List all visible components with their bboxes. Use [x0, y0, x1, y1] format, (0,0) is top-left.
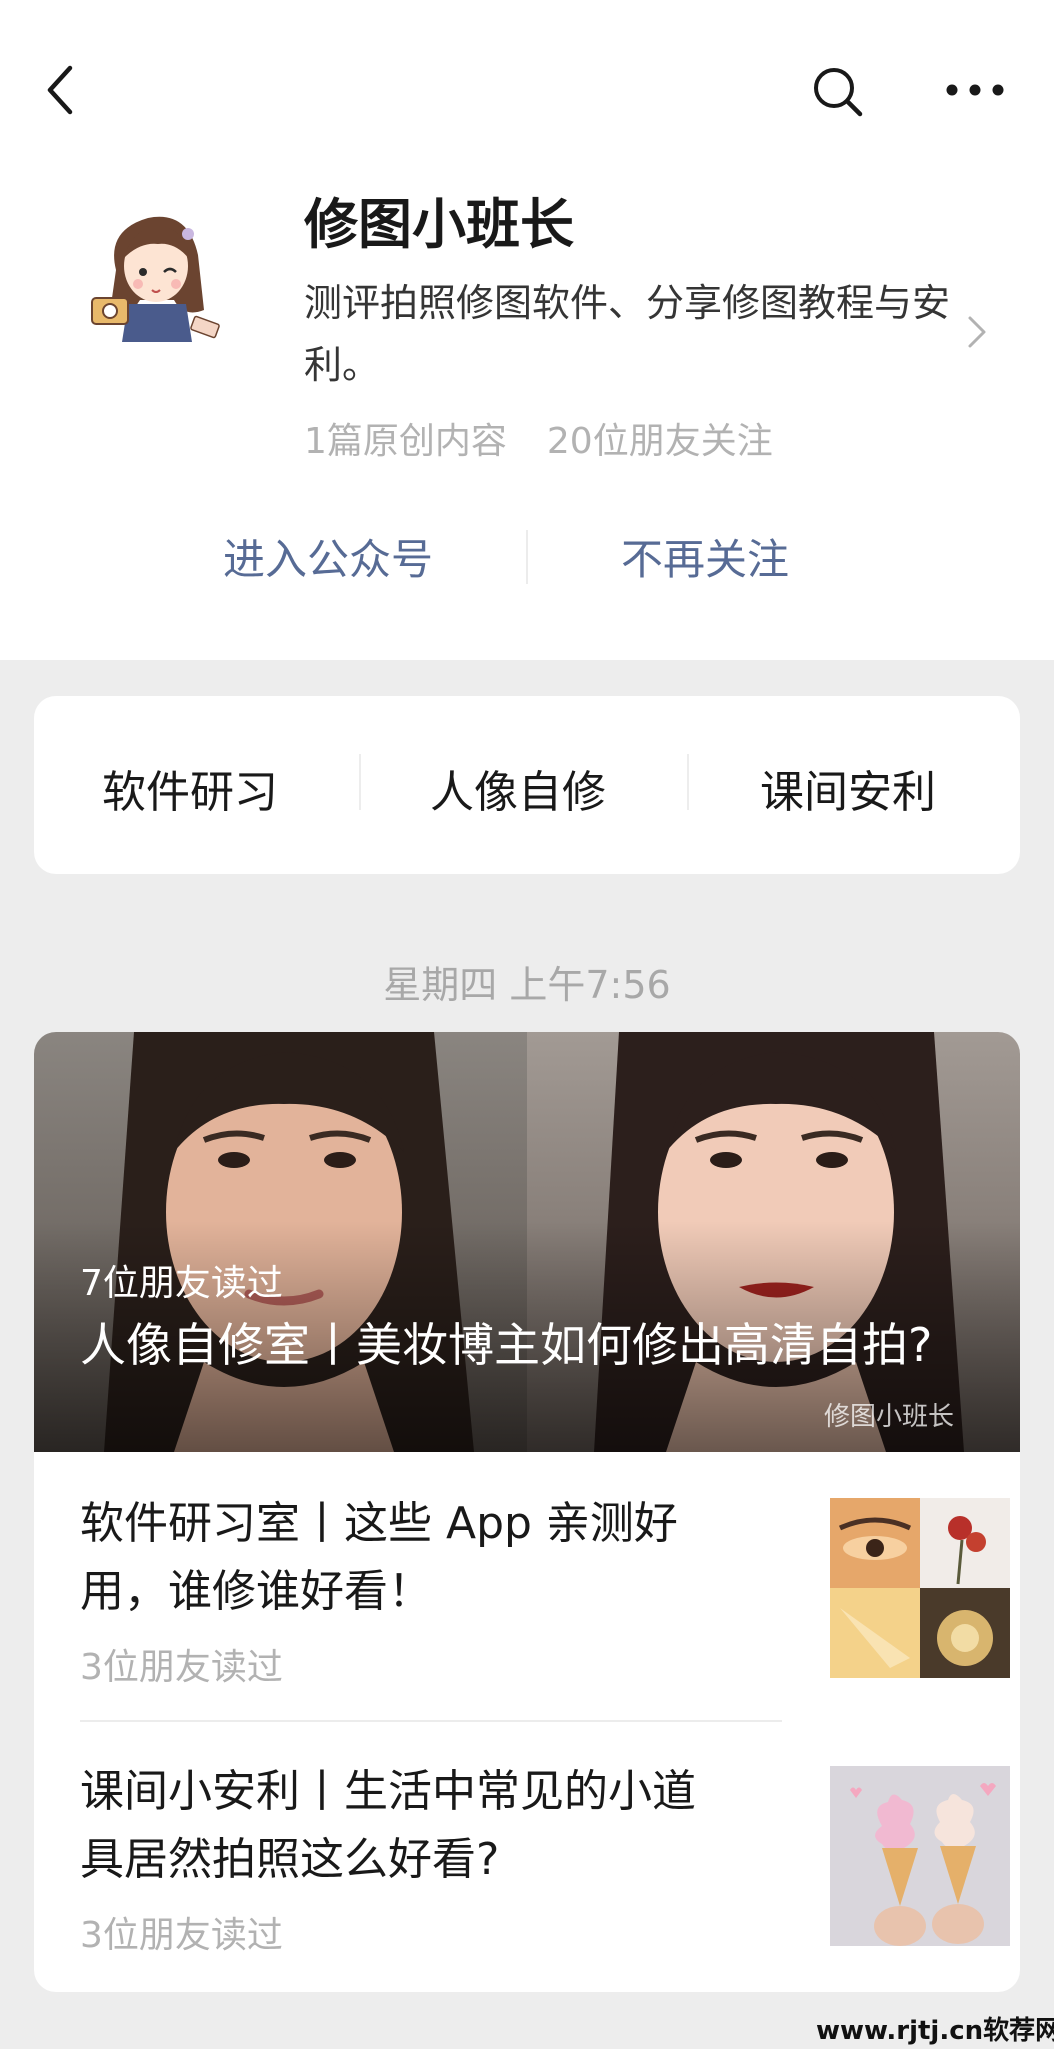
article-card: 7位朋友读过 人像自修室丨美妆博主如何修出高清自拍? 修图小班长 软件研习室丨这…: [34, 1032, 1020, 1992]
enter-account-button[interactable]: 进入公众号: [204, 526, 452, 587]
account-menu: 软件研习 人像自修 课间安利: [34, 696, 1020, 874]
original-count: 1篇原创内容: [304, 421, 507, 462]
cover-article[interactable]: 7位朋友读过 人像自修室丨美妆博主如何修出高清自拍? 修图小班长: [34, 1032, 1020, 1452]
friends-following: 20位朋友关注: [546, 421, 773, 462]
cover-image: [34, 1032, 1020, 1452]
article-item[interactable]: 课间小安利丨生活中常见的小道具居然拍照这么好看? 3位朋友读过: [80, 1758, 1010, 1988]
action-divider: [526, 530, 528, 584]
article-divider: [80, 1720, 782, 1722]
account-description[interactable]: 测评拍照修图软件、分享修图教程与安利。: [304, 272, 964, 396]
message-timestamp: 星期四 上午7:56: [383, 963, 671, 1007]
account-name: 修图小班长: [304, 193, 574, 256]
article-title: 软件研习室丨这些 App 亲测好用，谁修谁好看！: [80, 1498, 678, 1617]
article-read-count: 3位朋友读过: [80, 1647, 283, 1688]
site-watermark: www.rjtj.cn软荐网: [816, 2016, 1054, 2046]
cover-article-title: 人像自修室丨美妆博主如何修出高清自拍?: [80, 1318, 933, 1372]
menu-item-software[interactable]: 软件研习: [102, 756, 278, 820]
cover-read-count: 7位朋友读过: [80, 1263, 283, 1304]
article-thumbnail: [830, 1498, 1010, 1678]
chevron-right-icon[interactable]: [962, 312, 992, 352]
menu-item-portrait[interactable]: 人像自修: [430, 756, 606, 820]
article-thumbnail: [830, 1766, 1010, 1946]
menu-item-recommend[interactable]: 课间安利: [760, 756, 936, 820]
account-stats: 1篇原创内容 20位朋友关注: [304, 412, 773, 464]
article-title: 课间小安利丨生活中常见的小道具居然拍照这么好看?: [80, 1766, 696, 1885]
search-icon[interactable]: [808, 62, 868, 122]
article-read-count: 3位朋友读过: [80, 1915, 283, 1956]
account-header: 修图小班长 测评拍照修图软件、分享修图教程与安利。 1篇原创内容 20位朋友关注 …: [0, 0, 1054, 660]
menu-divider: [359, 754, 361, 810]
unfollow-button[interactable]: 不再关注: [600, 526, 810, 587]
article-item[interactable]: 软件研习室丨这些 App 亲测好用，谁修谁好看！ 3位朋友读过: [80, 1490, 1010, 1720]
menu-divider: [687, 754, 689, 810]
cover-watermark: 修图小班长: [824, 1402, 955, 1432]
avatar: [88, 200, 228, 350]
chevron-left-icon[interactable]: [40, 60, 84, 120]
more-icon[interactable]: [940, 70, 1010, 110]
